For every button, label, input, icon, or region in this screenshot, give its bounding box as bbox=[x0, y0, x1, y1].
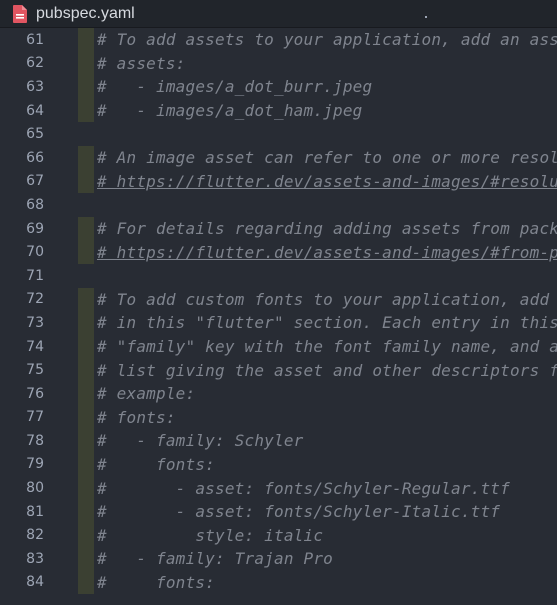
code-line[interactable]: 67 # https://flutter.dev/assets-and-image… bbox=[0, 169, 557, 194]
line-number: 61 bbox=[26, 31, 44, 48]
indent-guide bbox=[78, 28, 94, 52]
line-number: 81 bbox=[26, 503, 44, 520]
comment-text: # To add assets to your application, add… bbox=[97, 30, 557, 50]
line-number: 62 bbox=[26, 55, 44, 72]
line-number: 78 bbox=[26, 432, 44, 449]
indent-guide bbox=[78, 547, 94, 571]
comment-text: # style: italic bbox=[97, 525, 324, 545]
line-number: 76 bbox=[26, 385, 44, 402]
indent-guide bbox=[78, 476, 94, 500]
comment-text: # in this "flutter" section. Each entry … bbox=[97, 313, 557, 333]
line-number: 63 bbox=[26, 78, 44, 95]
indent-guide bbox=[78, 358, 94, 382]
indent-guide bbox=[78, 145, 94, 170]
line-number: 70 bbox=[26, 244, 44, 261]
indent-guide bbox=[78, 523, 94, 548]
code-line[interactable]: 65 bbox=[0, 122, 557, 146]
code-line[interactable]: 61 # To add assets to your application, a… bbox=[0, 28, 557, 52]
code-line[interactable]: 62 # assets: bbox=[0, 51, 557, 76]
code-line[interactable]: 83 # - family: Trajan Pro bbox=[0, 547, 557, 571]
indent-guide bbox=[78, 287, 94, 312]
comment-text: # - images/a_dot_ham.jpeg bbox=[97, 101, 363, 121]
code-line[interactable]: 84 # fonts: bbox=[0, 570, 557, 595]
line-number: 75 bbox=[26, 362, 44, 379]
line-number: 77 bbox=[26, 409, 44, 426]
indent-guide bbox=[78, 51, 94, 76]
indent-guide bbox=[78, 405, 94, 430]
indent-guide bbox=[78, 75, 94, 99]
indent-guide bbox=[78, 334, 94, 359]
line-number: 84 bbox=[26, 574, 44, 591]
line-number: 68 bbox=[26, 196, 44, 213]
comment-text: # assets: bbox=[97, 53, 186, 73]
indent-guide bbox=[78, 381, 94, 406]
code-line[interactable]: 80 # - asset: fonts/Schyler-Regular.ttf bbox=[0, 476, 557, 500]
code-editor[interactable]: 61 # To add assets to your application, a… bbox=[0, 28, 557, 605]
line-number: 67 bbox=[26, 173, 44, 190]
tab-pubspec[interactable]: pubspec.yaml bbox=[0, 0, 145, 28]
comment-text: # example: bbox=[97, 384, 196, 404]
line-number: 73 bbox=[26, 314, 44, 331]
indent-guide bbox=[78, 264, 94, 288]
line-number: 79 bbox=[26, 456, 44, 473]
indent-guide bbox=[78, 193, 94, 217]
comment-text: # fonts: bbox=[97, 407, 176, 427]
indent-guide bbox=[78, 452, 94, 477]
comment-text: # - images/a_dot_burr.jpeg bbox=[97, 77, 373, 97]
comment-text: # fonts: bbox=[97, 454, 215, 474]
indent-guide bbox=[78, 499, 94, 524]
indent-guide bbox=[78, 570, 94, 595]
comment-text: # To add custom fonts to your applicatio… bbox=[97, 289, 557, 309]
indent-guide bbox=[78, 216, 94, 241]
comment-text: # For details regarding adding assets fr… bbox=[97, 219, 557, 239]
indent-guide bbox=[78, 122, 94, 146]
comment-text: # - asset: fonts/Schyler-Regular.ttf bbox=[97, 478, 510, 498]
tab-bar: pubspec.yaml bbox=[0, 0, 557, 28]
cursor-dot bbox=[425, 16, 427, 18]
comment-text: # - asset: fonts/Schyler-Italic.ttf bbox=[97, 502, 501, 522]
comment-text: # "family" key with the font family name… bbox=[97, 337, 557, 357]
code-line[interactable]: 79 # fonts: bbox=[0, 452, 557, 477]
line-number: 72 bbox=[26, 291, 44, 308]
code-line[interactable]: 81 # - asset: fonts/Schyler-Italic.ttf bbox=[0, 499, 557, 524]
comment-text: # An image asset can refer to one or mor… bbox=[97, 148, 557, 168]
code-line[interactable]: 72 # To add custom fonts to your applicat… bbox=[0, 287, 557, 312]
code-line[interactable]: 68 bbox=[0, 193, 557, 217]
indent-guide bbox=[78, 98, 94, 123]
indent-guide bbox=[78, 240, 94, 264]
code-line[interactable]: 73 # in this "flutter" section. Each entr… bbox=[0, 311, 557, 335]
code-line[interactable]: 66 # An image asset can refer to one or m… bbox=[0, 145, 557, 170]
line-number: 64 bbox=[26, 102, 44, 119]
line-number: 80 bbox=[26, 480, 44, 497]
comment-link[interactable]: # https://flutter.dev/assets-and-images/… bbox=[97, 243, 557, 262]
indent-guide bbox=[78, 429, 94, 453]
line-number: 82 bbox=[26, 527, 44, 544]
line-number: 74 bbox=[26, 338, 44, 355]
comment-text: # fonts: bbox=[97, 572, 215, 592]
code-line[interactable]: 69 # For details regarding adding assets … bbox=[0, 216, 557, 241]
indent-guide bbox=[78, 169, 94, 194]
comment-text: # - family: Schyler bbox=[97, 431, 304, 451]
line-number: 66 bbox=[26, 149, 44, 166]
line-number: 83 bbox=[26, 550, 44, 567]
code-line[interactable]: 71 bbox=[0, 264, 557, 288]
comment-text: # list giving the asset and other descri… bbox=[97, 360, 557, 380]
code-line[interactable]: 74 # "family" key with the font family na… bbox=[0, 334, 557, 359]
comment-text: # - family: Trajan Pro bbox=[97, 549, 333, 569]
line-number: 71 bbox=[26, 267, 44, 284]
line-number: 65 bbox=[26, 126, 44, 143]
code-line[interactable]: 78 # - family: Schyler bbox=[0, 429, 557, 453]
code-line[interactable]: 70 # https://flutter.dev/assets-and-image… bbox=[0, 240, 557, 264]
code-line[interactable]: 77 # fonts: bbox=[0, 405, 557, 430]
tab-title: pubspec.yaml bbox=[36, 4, 135, 22]
code-line[interactable]: 64 # - images/a_dot_ham.jpeg bbox=[0, 98, 557, 123]
comment-link[interactable]: # https://flutter.dev/assets-and-images/… bbox=[97, 172, 557, 191]
code-line[interactable]: 75 # list giving the asset and other desc… bbox=[0, 358, 557, 382]
indent-guide bbox=[78, 311, 94, 335]
line-number: 69 bbox=[26, 220, 44, 237]
code-line[interactable]: 76 # example: bbox=[0, 381, 557, 406]
code-line[interactable]: 63 # - images/a_dot_burr.jpeg bbox=[0, 75, 557, 99]
code-line[interactable]: 82 # style: italic bbox=[0, 523, 557, 548]
yaml-file-icon bbox=[12, 4, 28, 23]
